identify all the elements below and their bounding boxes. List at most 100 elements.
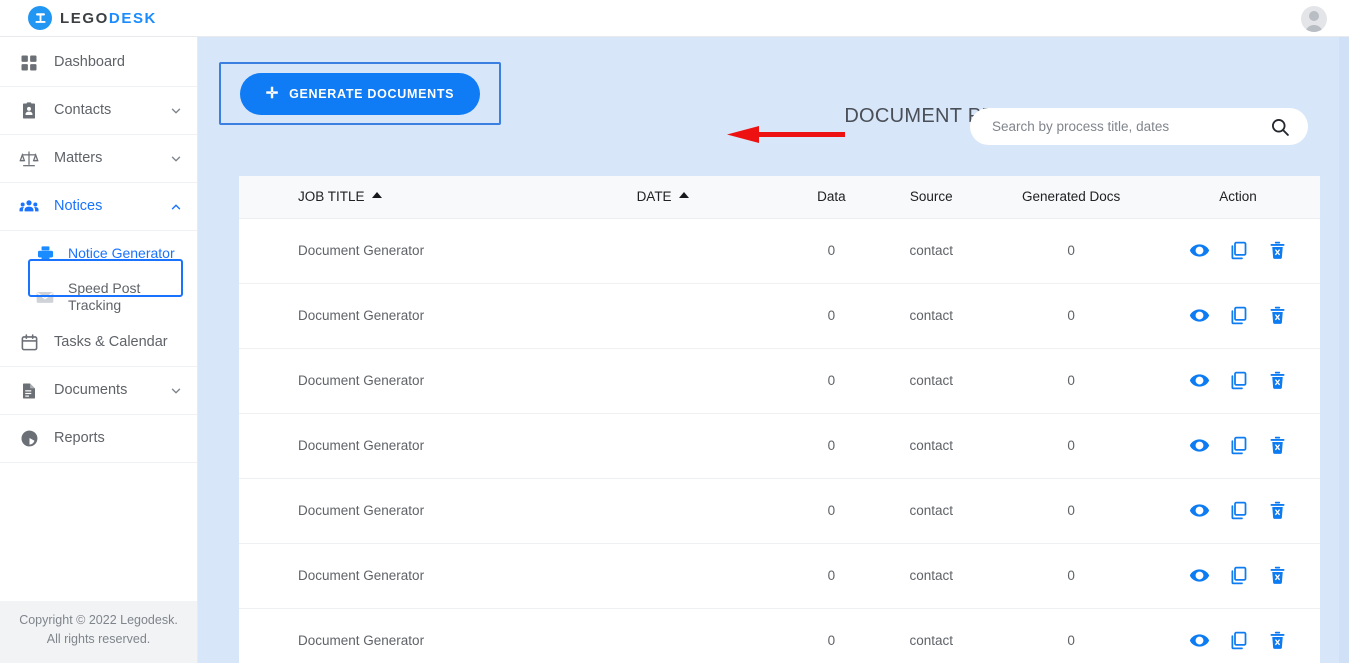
eye-icon[interactable] — [1189, 435, 1210, 456]
cell-source: contact — [876, 283, 987, 349]
delete-icon[interactable] — [1267, 435, 1288, 456]
top-bar: LEGODESK — [0, 0, 1349, 37]
eye-icon[interactable] — [1189, 240, 1210, 261]
row-action-group — [1156, 305, 1320, 326]
cell-data: 0 — [786, 478, 877, 544]
chevron-up-icon[interactable] — [169, 200, 183, 214]
cell-source: contact — [876, 218, 987, 284]
user-avatar-icon[interactable] — [1301, 6, 1327, 32]
table-header-row: JOB TITLE DATE Data Source Generated Doc… — [239, 176, 1320, 219]
cell-action — [1156, 283, 1320, 349]
row-action-group — [1156, 370, 1320, 391]
copy-icon[interactable] — [1228, 435, 1249, 456]
cell-action — [1156, 413, 1320, 479]
chevron-down-icon[interactable] — [169, 152, 183, 166]
copyright-line-2: All rights reserved. — [46, 632, 151, 646]
cell-date — [538, 413, 787, 479]
cell-job-title: Document Generator — [239, 478, 539, 544]
copy-icon[interactable] — [1228, 630, 1249, 651]
sidebar: Dashboard Contacts Matters Notices Notic… — [0, 37, 198, 663]
sidebar-item-label: Tasks & Calendar — [54, 334, 168, 350]
copy-icon[interactable] — [1228, 370, 1249, 391]
cell-data: 0 — [786, 608, 877, 663]
red-arrow-annotation — [727, 126, 845, 143]
document-process-table: JOB TITLE DATE Data Source Generated Doc… — [239, 176, 1320, 663]
sidebar-item-contacts[interactable]: Contacts — [0, 87, 197, 135]
cell-generated-docs: 0 — [986, 413, 1157, 479]
delete-icon[interactable] — [1267, 370, 1288, 391]
sidebar-item-label: Matters — [54, 150, 103, 166]
search-icon[interactable] — [1270, 117, 1290, 137]
cell-job-title: Document Generator — [239, 218, 539, 284]
delete-icon[interactable] — [1267, 630, 1288, 651]
chevron-down-icon[interactable] — [169, 384, 183, 398]
cell-source: contact — [876, 543, 987, 609]
sidebar-item-label: Dashboard — [54, 54, 125, 70]
cell-generated-docs: 0 — [986, 543, 1157, 609]
chevron-down-icon[interactable] — [169, 104, 183, 118]
column-header-date[interactable]: DATE — [538, 176, 787, 219]
column-header-action: Action — [1156, 176, 1320, 219]
table-body: Document Generator 0 contact 0 Document Gene… — [239, 218, 1320, 663]
generate-documents-button[interactable]: ✛ GENERATE DOCUMENTS — [240, 72, 480, 115]
cell-action — [1156, 218, 1320, 284]
copy-icon[interactable] — [1228, 240, 1249, 261]
sort-ascending-icon[interactable] — [678, 192, 689, 199]
sidebar-item-documents[interactable]: Documents — [0, 367, 197, 415]
envelope-icon — [34, 286, 56, 308]
column-label: DATE — [636, 189, 672, 205]
cell-generated-docs: 0 — [986, 283, 1157, 349]
sort-ascending-icon[interactable] — [371, 192, 382, 199]
cell-generated-docs: 0 — [986, 348, 1157, 414]
column-header-generated-docs: Generated Docs — [986, 176, 1157, 219]
copy-icon[interactable] — [1228, 305, 1249, 326]
delete-icon[interactable] — [1267, 305, 1288, 326]
cell-source: contact — [876, 348, 987, 414]
cell-action — [1156, 478, 1320, 544]
delete-icon[interactable] — [1267, 500, 1288, 521]
row-action-group — [1156, 435, 1320, 456]
eye-icon[interactable] — [1189, 630, 1210, 651]
people-group-icon — [18, 196, 40, 218]
cell-data: 0 — [786, 218, 877, 284]
row-action-group — [1156, 240, 1320, 261]
cell-generated-docs: 0 — [986, 478, 1157, 544]
table-row: Document Generator 0 contact 0 — [239, 283, 1320, 349]
eye-icon[interactable] — [1189, 565, 1210, 586]
cell-action — [1156, 543, 1320, 609]
cell-action — [1156, 608, 1320, 663]
eye-icon[interactable] — [1189, 500, 1210, 521]
copy-icon[interactable] — [1228, 565, 1249, 586]
cell-source: contact — [876, 413, 987, 479]
brand-name-lego: LEGO — [60, 9, 109, 27]
brand-logo[interactable]: LEGODESK — [28, 6, 157, 30]
sidebar-item-matters[interactable]: Matters — [0, 135, 197, 183]
table-head: JOB TITLE DATE Data Source Generated Doc… — [239, 176, 1320, 219]
sidebar-item-speed-post-tracking[interactable]: Speed Post Tracking — [0, 275, 197, 319]
eye-icon[interactable] — [1189, 370, 1210, 391]
eye-icon[interactable] — [1189, 305, 1210, 326]
column-header-job-title[interactable]: JOB TITLE — [239, 176, 539, 219]
sidebar-item-dashboard[interactable]: Dashboard — [0, 39, 197, 87]
cell-job-title: Document Generator — [239, 283, 539, 349]
row-action-group — [1156, 500, 1320, 521]
sidebar-item-tasks-calendar[interactable]: Tasks & Calendar — [0, 319, 197, 367]
cell-date — [538, 543, 787, 609]
sidebar-item-notices[interactable]: Notices — [0, 183, 197, 231]
sidebar-item-notice-generator[interactable]: Notice Generator — [0, 231, 197, 275]
table-row: Document Generator 0 contact 0 — [239, 348, 1320, 414]
sidebar-item-label: Notices — [54, 198, 103, 214]
table-row: Document Generator 0 contact 0 — [239, 218, 1320, 284]
sidebar-item-reports[interactable]: Reports — [0, 415, 197, 463]
search-box[interactable] — [970, 108, 1308, 145]
delete-icon[interactable] — [1267, 240, 1288, 261]
copy-icon[interactable] — [1228, 500, 1249, 521]
cell-generated-docs: 0 — [986, 218, 1157, 284]
delete-icon[interactable] — [1267, 565, 1288, 586]
sidebar-subitem-label: Notice Generator — [68, 244, 175, 261]
cell-date — [538, 478, 787, 544]
search-input[interactable] — [992, 119, 1270, 134]
cell-date — [538, 608, 787, 663]
vertical-scrollbar[interactable] — [1339, 37, 1349, 663]
table-row: Document Generator 0 contact 0 — [239, 543, 1320, 609]
